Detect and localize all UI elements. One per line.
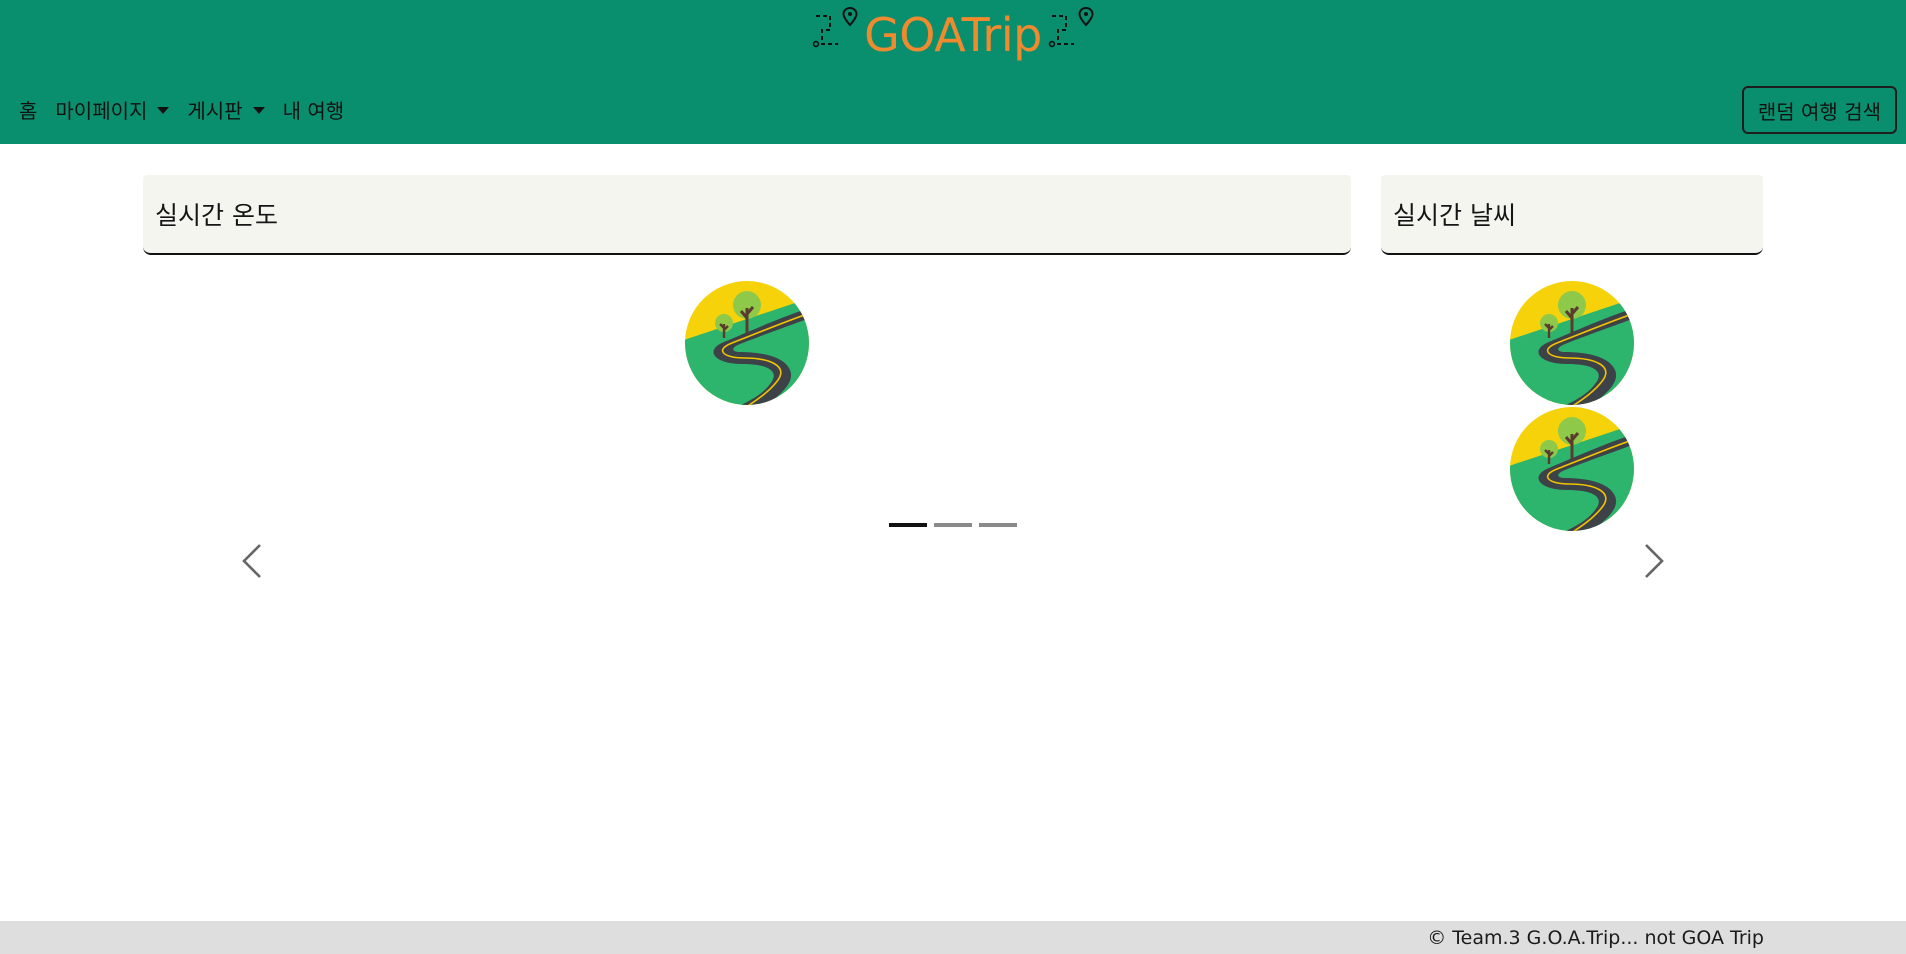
chevron-right-icon (1645, 544, 1664, 578)
logo[interactable]: GOATrip (805, 4, 1101, 66)
main-nav: 홈 마이페이지 게시판 내 여행 (10, 86, 353, 132)
nav-home-label: 홈 (19, 98, 38, 123)
nav-board-label: 게시판 (187, 98, 243, 123)
footer: © Team.3 G.O.A.Trip... not GOA Trip (0, 921, 1906, 954)
nav-home[interactable]: 홈 (10, 86, 46, 132)
carousel-next-button[interactable] (1634, 536, 1674, 586)
nav-board-dropdown[interactable]: 게시판 (178, 86, 273, 132)
nav-my-trip[interactable]: 내 여행 (274, 86, 354, 132)
page: GOATrip 홈 마이페이지 게시판 내 여행 랜덤 여행 검색 실시간 온도… (0, 0, 1906, 954)
chevron-left-icon (242, 544, 261, 578)
footer-copyright: © Team.3 G.O.A.Trip... not GOA Trip (1427, 926, 1764, 949)
route-map-pin-icon (1046, 6, 1096, 64)
nav-my-trip-label: 내 여행 (282, 98, 345, 123)
temperature-card-header: 실시간 온도 (143, 175, 1351, 255)
route-map-pin-icon (810, 6, 860, 64)
logo-text: GOATrip (864, 8, 1042, 62)
winding-road-icon (684, 280, 810, 406)
temperature-card-title: 실시간 온도 (155, 201, 278, 230)
caret-down-icon (252, 106, 265, 114)
carousel-indicator-1[interactable] (889, 523, 927, 527)
random-trip-search-button[interactable]: 랜덤 여행 검색 (1741, 86, 1897, 134)
caret-down-icon (157, 106, 170, 114)
top-navbar: GOATrip 홈 마이페이지 게시판 내 여행 랜덤 여행 검색 (0, 0, 1906, 144)
winding-road-icon (1509, 406, 1635, 532)
weather-card-title: 실시간 날씨 (1393, 201, 1516, 230)
winding-road-icon (1509, 280, 1635, 406)
carousel-indicator-2[interactable] (934, 523, 972, 527)
carousel-indicators (889, 523, 1017, 527)
nav-mypage-dropdown[interactable]: 마이페이지 (46, 86, 178, 132)
carousel-indicator-3[interactable] (979, 523, 1017, 527)
carousel-prev-button[interactable] (232, 536, 272, 586)
weather-card-header: 실시간 날씨 (1381, 175, 1763, 255)
nav-mypage-label: 마이페이지 (55, 98, 148, 123)
